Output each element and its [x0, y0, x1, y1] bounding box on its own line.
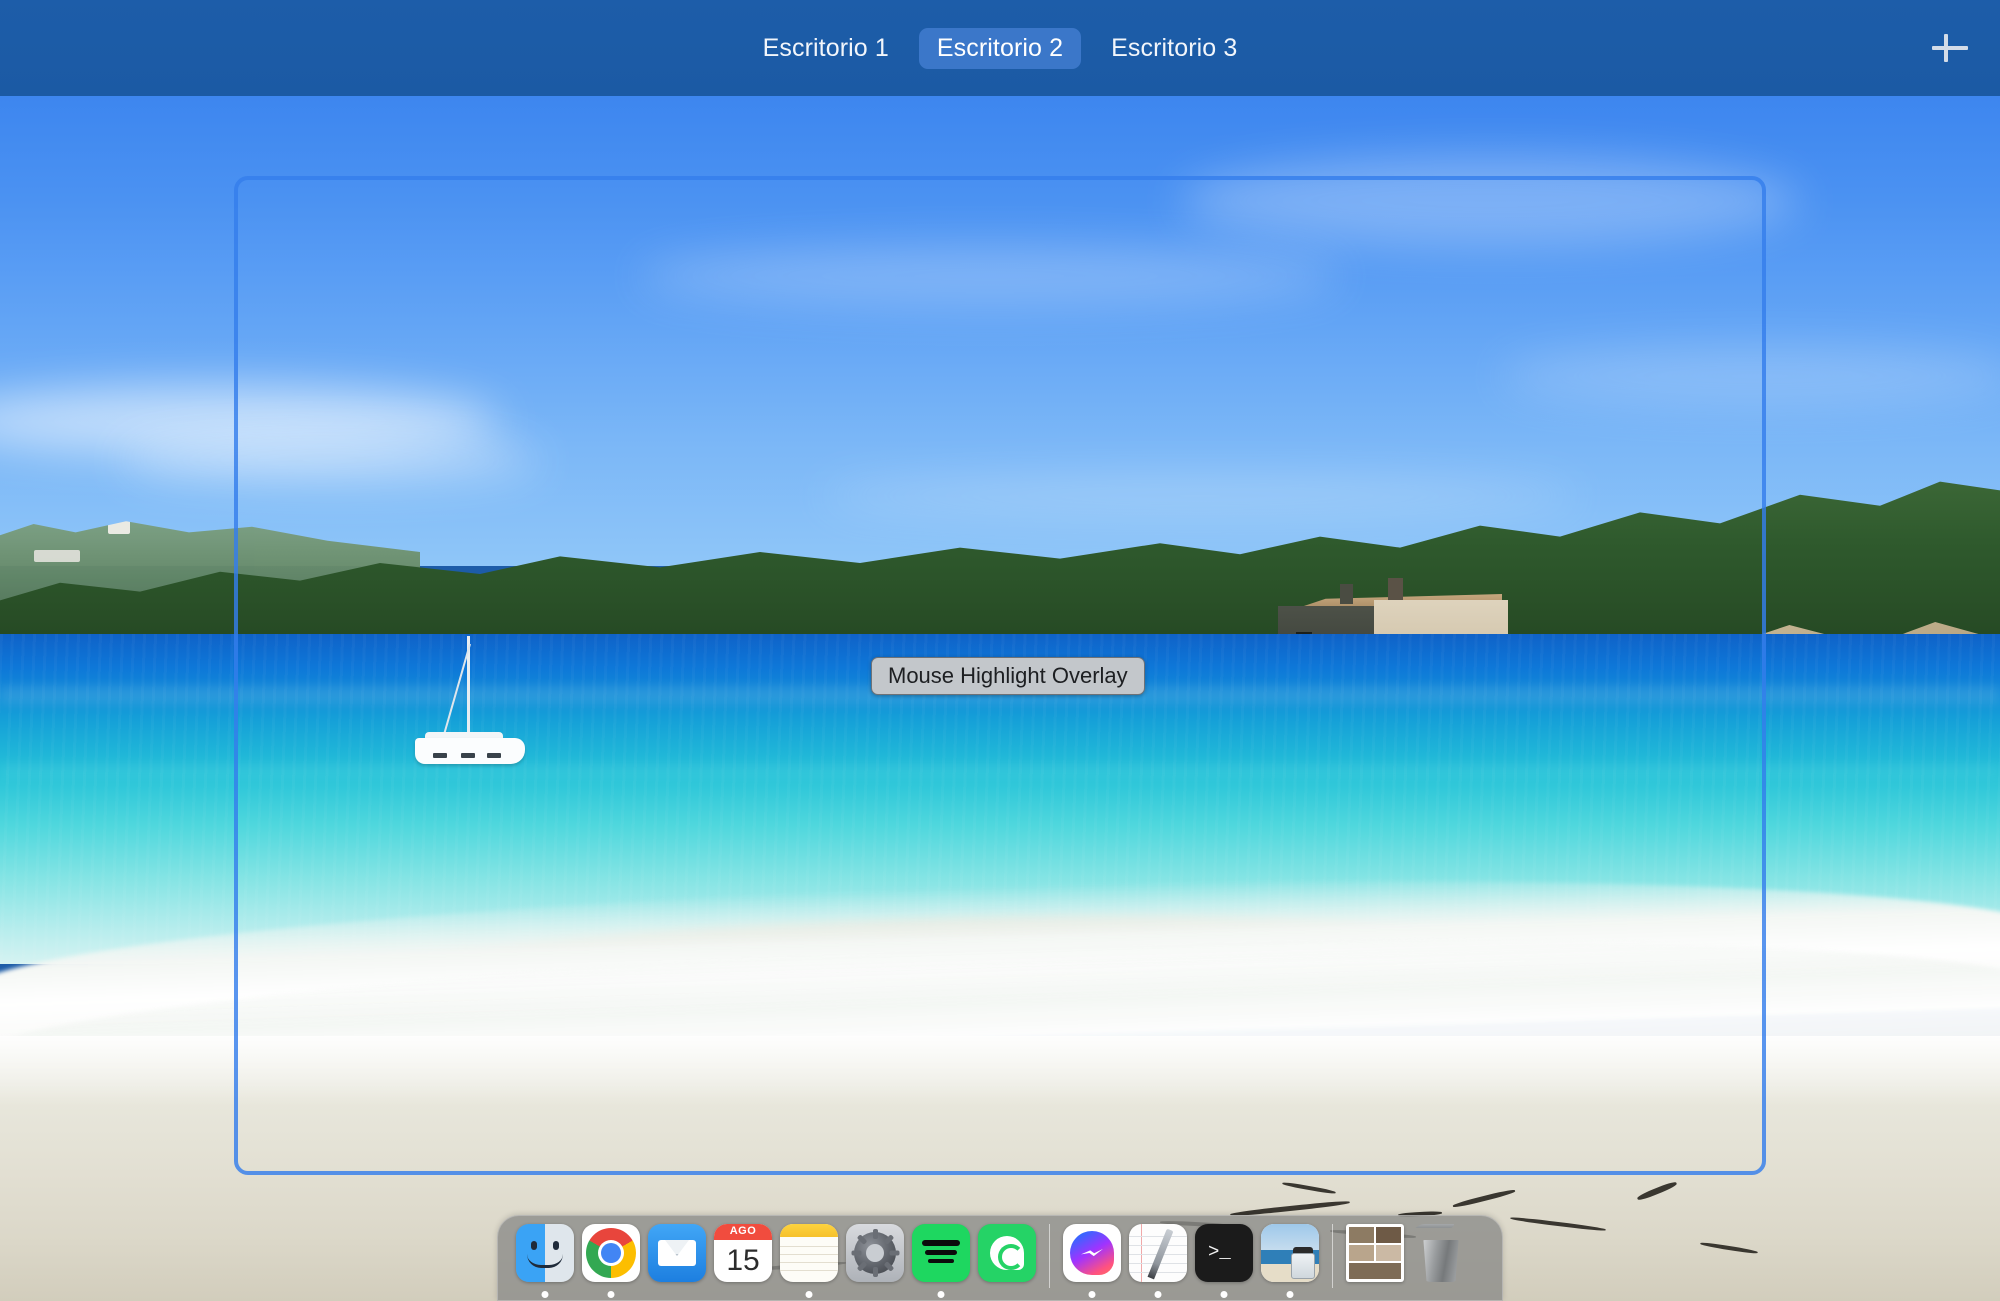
messenger-icon [1063, 1224, 1121, 1282]
running-dot [1287, 1291, 1294, 1298]
running-dot [1221, 1291, 1228, 1298]
running-dot [1089, 1291, 1096, 1298]
trash-icon [1412, 1224, 1470, 1282]
dock-item-photos-stack[interactable] [1344, 1224, 1406, 1301]
textedit-icon [1129, 1224, 1187, 1282]
terminal-icon: >_ [1195, 1224, 1253, 1282]
dock-item-terminal[interactable]: >_ [1193, 1224, 1255, 1301]
dock-separator-1 [1049, 1224, 1050, 1288]
desktop-wallpaper [0, 96, 2000, 1301]
running-dot [1155, 1291, 1162, 1298]
calendar-month: AGO [714, 1225, 772, 1237]
mission-control-screen: Escritorio 1 Escritorio 2 Escritorio 3 [0, 0, 2000, 1301]
space-tab-2[interactable]: Escritorio 2 [919, 28, 1081, 69]
running-dot [938, 1291, 945, 1298]
dock-item-calendar[interactable]: AGO 15 [712, 1224, 774, 1301]
dock-item-spotify[interactable] [910, 1224, 972, 1301]
calendar-day: 15 [714, 1241, 772, 1281]
dock-item-chrome[interactable] [580, 1224, 642, 1301]
plus-icon[interactable] [1928, 26, 1972, 70]
dock: AGO 15 [497, 1215, 1503, 1301]
mouse-highlight-tooltip: Mouse Highlight Overlay [871, 657, 1145, 695]
dock-item-finder[interactable] [514, 1224, 576, 1301]
preview-icon [1261, 1224, 1319, 1282]
spotify-icon [912, 1224, 970, 1282]
dock-item-system-settings[interactable] [844, 1224, 906, 1301]
dock-item-notes[interactable] [778, 1224, 840, 1301]
calendar-icon: AGO 15 [714, 1224, 772, 1282]
dock-item-mail[interactable] [646, 1224, 708, 1301]
finder-icon [516, 1224, 574, 1282]
dock-separator-2 [1332, 1224, 1333, 1288]
running-dot [542, 1291, 549, 1298]
space-tab-1[interactable]: Escritorio 1 [745, 28, 907, 69]
dock-item-preview[interactable] [1259, 1224, 1321, 1301]
running-dot [608, 1291, 615, 1298]
whatsapp-icon [978, 1224, 1036, 1282]
dock-item-textedit[interactable] [1127, 1224, 1189, 1301]
chrome-icon [582, 1224, 640, 1282]
notes-icon [780, 1224, 838, 1282]
photos-stack-icon [1346, 1224, 1404, 1282]
dock-item-trash[interactable] [1410, 1224, 1472, 1301]
space-tab-3[interactable]: Escritorio 3 [1093, 28, 1255, 69]
dock-item-whatsapp[interactable] [976, 1224, 1038, 1301]
tooltip-label: Mouse Highlight Overlay [888, 663, 1128, 689]
gear-icon [846, 1224, 904, 1282]
sailboat [415, 636, 525, 766]
mail-icon [648, 1224, 706, 1282]
terminal-prompt: >_ [1208, 1243, 1231, 1262]
running-dot [806, 1291, 813, 1298]
dock-item-messenger[interactable] [1061, 1224, 1123, 1301]
spaces-bar: Escritorio 1 Escritorio 2 Escritorio 3 [0, 0, 2000, 96]
